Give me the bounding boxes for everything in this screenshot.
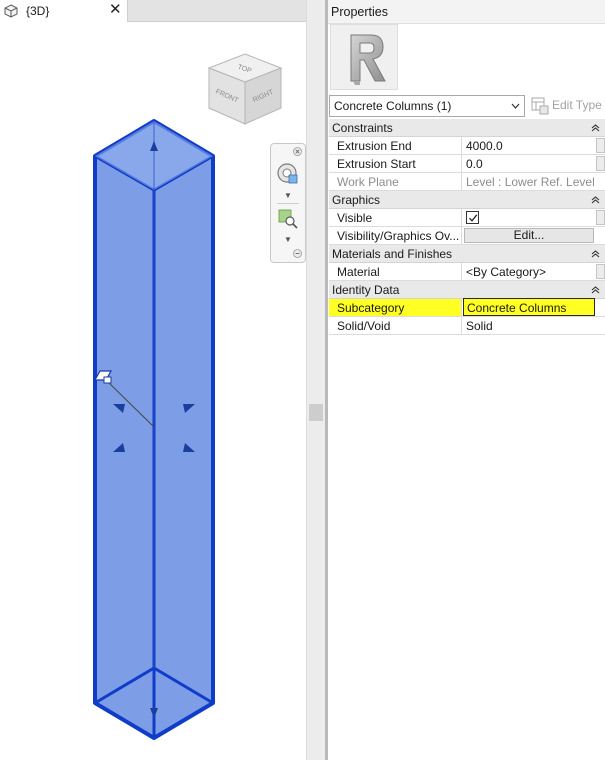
- close-icon[interactable]: ✕: [109, 2, 122, 18]
- prop-row-solid-void[interactable]: Solid/Void Solid: [329, 317, 605, 335]
- chevron-down-icon[interactable]: [510, 100, 521, 112]
- visibility-overrides-value: Edit...: [463, 227, 595, 244]
- visibility-edit-button[interactable]: Edit...: [464, 228, 594, 243]
- 3d-view-icon: [4, 4, 18, 18]
- prop-name: Material: [329, 263, 462, 280]
- solid-void-field[interactable]: Solid: [463, 317, 595, 334]
- customize-icon[interactable]: [293, 249, 302, 258]
- prop-row-visible[interactable]: Visible: [329, 209, 605, 227]
- associate-parameter-button[interactable]: [596, 210, 605, 225]
- associate-parameter-button[interactable]: [596, 156, 605, 171]
- properties-title-bar[interactable]: Properties: [328, 0, 605, 24]
- associate-parameter-button[interactable]: [596, 264, 605, 279]
- extrusion-start-field[interactable]: 0.0: [463, 155, 595, 172]
- group-constraints[interactable]: Constraints: [329, 119, 605, 137]
- group-graphics[interactable]: Graphics: [329, 191, 605, 209]
- type-preview: [330, 24, 398, 90]
- collapse-icon[interactable]: [591, 123, 600, 132]
- material-field[interactable]: <By Category>: [463, 263, 595, 280]
- view-tab-label: {3D}: [26, 4, 50, 18]
- visible-value: [463, 209, 595, 226]
- close-icon[interactable]: [293, 147, 302, 156]
- subcategory-field[interactable]: Concrete Columns: [463, 298, 595, 316]
- prop-row-work-plane: Work Plane Level : Lower Ref. Level: [329, 173, 605, 191]
- model-canvas[interactable]: [0, 22, 306, 760]
- chevron-down-icon[interactable]: ▼: [284, 191, 292, 200]
- view-cube[interactable]: TOP FRONT RIGHT: [205, 48, 287, 128]
- collapse-icon[interactable]: [591, 195, 600, 204]
- group-materials[interactable]: Materials and Finishes: [329, 245, 605, 263]
- prop-row-extrusion-start[interactable]: Extrusion Start 0.0: [329, 155, 605, 173]
- group-label: Identity Data: [332, 283, 400, 297]
- steering-wheel-icon[interactable]: [276, 162, 300, 186]
- scrollbar-thumb[interactable]: [309, 404, 323, 421]
- view-tab-3d[interactable]: {3D} ✕: [0, 0, 128, 22]
- revit-family-icon: [350, 34, 386, 85]
- chevron-down-icon[interactable]: ▼: [284, 235, 292, 244]
- visible-checkbox[interactable]: [466, 211, 479, 224]
- work-plane-value: Level : Lower Ref. Level: [466, 175, 595, 189]
- group-label: Constraints: [332, 121, 393, 135]
- extrusion-column[interactable]: [93, 119, 215, 740]
- navigation-bar: ▼ ▼: [270, 143, 306, 263]
- view-scrollbar[interactable]: [306, 0, 325, 760]
- edit-type-icon: [531, 97, 549, 115]
- edit-type-label: Edit Type: [552, 98, 602, 112]
- 3d-view-panel[interactable]: {3D} ✕ TOP FRONT RIGHT ▼ ▼: [0, 0, 306, 760]
- type-selector-value: Concrete Columns (1): [334, 99, 452, 113]
- prop-row-visibility-overrides[interactable]: Visibility/Graphics Ov... Edit...: [329, 227, 605, 245]
- collapse-icon[interactable]: [591, 249, 600, 258]
- prop-name: Visibility/Graphics Ov...: [329, 227, 462, 244]
- prop-name: Visible: [329, 209, 462, 226]
- prop-name: Work Plane: [329, 173, 462, 190]
- prop-row-extrusion-end[interactable]: Extrusion End 4000.0: [329, 137, 605, 155]
- nav-separator: [277, 203, 299, 204]
- instance-properties-grid: Constraints Extrusion End 4000.0 Extrusi…: [329, 119, 605, 335]
- extrusion-end-field[interactable]: 4000.0: [463, 137, 595, 154]
- zoom-region-icon[interactable]: [277, 208, 299, 230]
- associate-parameter-button[interactable]: [596, 138, 605, 153]
- type-selector-dropdown[interactable]: Concrete Columns (1): [329, 95, 525, 117]
- collapse-icon[interactable]: [591, 285, 600, 294]
- properties-palette: Properties Concrete Columns (1) Edit Typ…: [328, 0, 605, 760]
- edit-type-button[interactable]: Edit Type: [529, 95, 605, 117]
- prop-row-material[interactable]: Material <By Category>: [329, 263, 605, 281]
- properties-title: Properties: [331, 5, 388, 19]
- check-icon: [469, 214, 478, 222]
- view-tab-strip: {3D} ✕: [0, 0, 306, 22]
- prop-name: Extrusion Start: [329, 155, 462, 172]
- prop-name: Extrusion End: [329, 137, 462, 154]
- group-identity-data[interactable]: Identity Data: [329, 281, 605, 299]
- group-label: Graphics: [332, 193, 381, 207]
- group-label: Materials and Finishes: [332, 247, 453, 261]
- prop-name: Solid/Void: [329, 317, 462, 334]
- prop-name: Subcategory: [329, 299, 462, 316]
- prop-row-subcategory[interactable]: Subcategory Concrete Columns: [329, 298, 605, 317]
